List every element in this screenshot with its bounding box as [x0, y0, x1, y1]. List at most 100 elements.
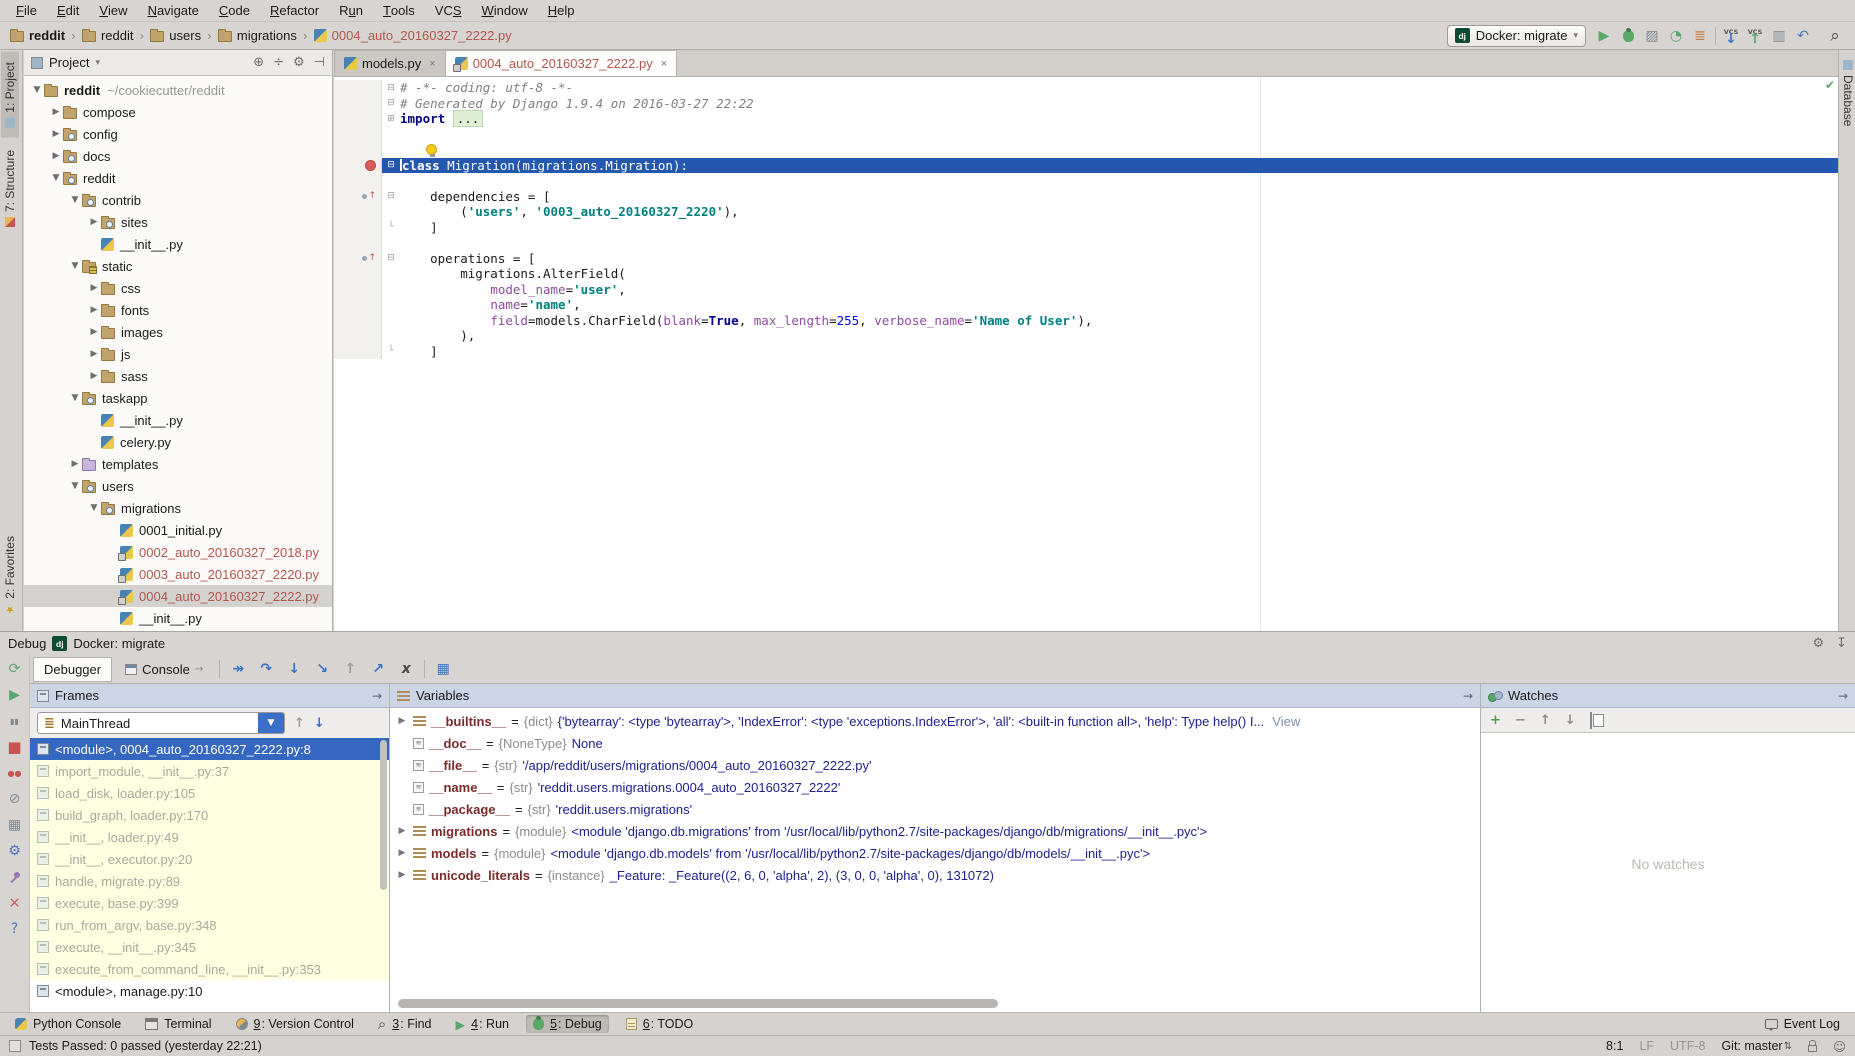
editor-tab[interactable]: models.py× — [334, 50, 446, 76]
menu-item-refactor[interactable]: Refactor — [260, 0, 329, 21]
project-panel-title[interactable]: Project — [49, 55, 89, 70]
hide-icon[interactable]: ⊣ — [314, 55, 325, 70]
frame-row[interactable]: execute, __init__.py:345 — [30, 936, 389, 958]
variable-row[interactable]: ≋__package__ = {str}'reddit.users.migrat… — [390, 798, 1480, 820]
code-gutter[interactable] — [334, 142, 382, 158]
search-everywhere-icon[interactable]: ⌕ — [1823, 25, 1847, 47]
frame-row[interactable]: execute, base.py:399 — [30, 892, 389, 914]
tree-expanded-arrow[interactable]: ▼ — [49, 173, 63, 183]
breadcrumb-item[interactable]: migrations — [216, 28, 299, 43]
project-tree[interactable]: ▼reddit~/cookiecutter/reddit▶compose▶con… — [24, 76, 332, 631]
gutter-member-icon[interactable]: ↑ — [362, 253, 376, 263]
tree-item[interactable]: ▼migrations — [24, 497, 332, 519]
tree-item[interactable]: ▶compose — [24, 101, 332, 123]
tree-expanded-arrow[interactable]: ▼ — [68, 261, 82, 271]
menu-item-edit[interactable]: Edit — [47, 0, 89, 21]
stop-icon[interactable]: ■ — [3, 738, 27, 756]
stripe-tab-favorites[interactable]: ★2: Favorites — [1, 526, 19, 625]
tree-collapsed-arrow[interactable]: ▶ — [87, 327, 101, 337]
variables-list[interactable]: ▶__builtins__ = {dict}{'bytearray': <typ… — [390, 708, 1480, 1012]
breadcrumb-item[interactable]: reddit — [8, 28, 67, 43]
code-gutter[interactable] — [334, 297, 382, 313]
close-icon[interactable]: × — [661, 58, 667, 70]
rerun-icon[interactable]: ⟳ — [3, 660, 27, 678]
stripe-tab-database[interactable]: Database — [1840, 52, 1855, 134]
tree-item[interactable]: ▼reddit — [24, 167, 332, 189]
intention-bulb-icon[interactable] — [426, 144, 437, 155]
tree-collapsed-arrow[interactable]: ▶ — [87, 283, 101, 293]
fold-marker[interactable]: ⊟ — [382, 191, 400, 201]
layout-settings-icon[interactable]: ▦ — [430, 659, 456, 679]
variables-horizontal-scrollbar[interactable] — [398, 999, 998, 1008]
frame-down-icon[interactable]: ↓ — [314, 716, 325, 731]
profiler-icon[interactable]: ◔ — [1664, 25, 1688, 47]
code-gutter[interactable]: ↑ — [334, 251, 382, 267]
menu-item-help[interactable]: Help — [538, 0, 585, 21]
frame-row[interactable]: import_module, __init__.py:37 — [30, 760, 389, 782]
fold-marker[interactable]: └ — [382, 346, 400, 356]
pause-icon[interactable]: ▮▮ — [3, 712, 27, 730]
frame-row[interactable]: execute_from_command_line, __init__.py:3… — [30, 958, 389, 980]
event-log-button[interactable]: Event Log — [1758, 1015, 1847, 1033]
step-over-icon[interactable]: ↷ — [253, 659, 279, 679]
code-gutter[interactable] — [334, 313, 382, 329]
code-gutter[interactable] — [334, 111, 382, 127]
caret-position[interactable]: 8:1 — [1606, 1039, 1623, 1053]
frame-row[interactable]: <module>, 0004_auto_20160327_2222.py:8 — [30, 738, 389, 760]
tree-item[interactable]: 0003_auto_20160327_2220.py — [24, 563, 332, 585]
toolwindow-terminal[interactable]: Terminal — [138, 1015, 218, 1033]
view-breakpoints-icon[interactable]: ●● — [3, 764, 27, 782]
code-gutter[interactable] — [334, 220, 382, 236]
variable-row[interactable]: ▶__builtins__ = {dict}{'bytearray': <typ… — [390, 710, 1480, 732]
chevron-down-icon[interactable]: ▾ — [95, 58, 100, 68]
code-gutter[interactable] — [334, 344, 382, 360]
menu-item-file[interactable]: File — [6, 0, 47, 21]
toolwindow-run[interactable]: ▶4: Run — [449, 1015, 516, 1034]
tree-collapsed-arrow[interactable]: ▶ — [87, 371, 101, 381]
tree-item[interactable]: ▼taskapp — [24, 387, 332, 409]
tree-collapsed-arrow[interactable]: ▶ — [49, 107, 63, 117]
tree-expanded-arrow[interactable]: ▼ — [68, 481, 82, 491]
close-icon[interactable]: × — [429, 58, 435, 70]
tree-collapsed-arrow[interactable]: ▶ — [87, 305, 101, 315]
show-execution-point-icon[interactable]: ↠ — [225, 659, 251, 679]
variable-row[interactable]: ▶migrations = {module}<module 'django.db… — [390, 820, 1480, 842]
breakpoint-icon[interactable] — [365, 160, 376, 171]
tree-expanded-arrow[interactable]: ▼ — [68, 393, 82, 403]
variable-row[interactable]: ≋__file__ = {str}'/app/reddit/users/migr… — [390, 754, 1480, 776]
frame-row[interactable]: run_from_argv, base.py:348 — [30, 914, 389, 936]
code-gutter[interactable]: ↑ — [334, 189, 382, 205]
menu-item-vcs[interactable]: VCS — [425, 0, 472, 21]
fold-marker[interactable]: └ — [382, 222, 400, 232]
duplicate-watch-icon[interactable] — [1590, 713, 1592, 728]
hide-icon[interactable]: ↧ — [1836, 636, 1847, 651]
tree-item[interactable]: ▼static — [24, 255, 332, 277]
locate-icon[interactable]: ⊕ — [253, 55, 264, 70]
tree-item[interactable]: ▶sass — [24, 365, 332, 387]
variable-row[interactable]: ≋__doc__ = {NoneType}None — [390, 732, 1480, 754]
pin-arrow-icon[interactable]: → — [372, 689, 382, 703]
step-into-icon[interactable]: ↓ — [281, 659, 307, 679]
tree-item[interactable]: ▶images — [24, 321, 332, 343]
menu-item-window[interactable]: Window — [472, 0, 538, 21]
expand-arrow-icon[interactable]: ▶ — [396, 716, 408, 726]
debug-tab-debugger[interactable]: Debugger — [33, 657, 112, 682]
tree-expanded-arrow[interactable]: ▼ — [68, 195, 82, 205]
run-configuration-select[interactable]: dj Docker: migrate ▾ — [1447, 25, 1586, 47]
local-changes-icon[interactable]: ▥ — [1767, 25, 1791, 47]
tree-item[interactable]: ▶fonts — [24, 299, 332, 321]
tree-item[interactable]: ▶sites — [24, 211, 332, 233]
run-with-coverage-icon[interactable]: ▨ — [1640, 25, 1664, 47]
variable-row[interactable]: ▶models = {module}<module 'django.db.mod… — [390, 842, 1480, 864]
editor-tab[interactable]: 0004_auto_20160327_2222.py× — [446, 50, 677, 76]
code-gutter[interactable] — [334, 328, 382, 344]
move-up-icon[interactable]: ↑ — [1540, 713, 1551, 728]
frame-row[interactable]: __init__, executor.py:20 — [30, 848, 389, 870]
frame-row[interactable]: load_disk, loader.py:105 — [30, 782, 389, 804]
pin-icon[interactable] — [3, 868, 27, 886]
frames-scrollbar[interactable] — [380, 740, 387, 890]
step-into-my-code-icon[interactable]: ↘ — [309, 659, 335, 679]
encoding-indicator[interactable]: UTF-8 — [1670, 1039, 1705, 1053]
tree-item[interactable]: 0002_auto_20160327_2018.py — [24, 541, 332, 563]
toolwindow-find[interactable]: ⌕3: Find — [371, 1013, 439, 1035]
